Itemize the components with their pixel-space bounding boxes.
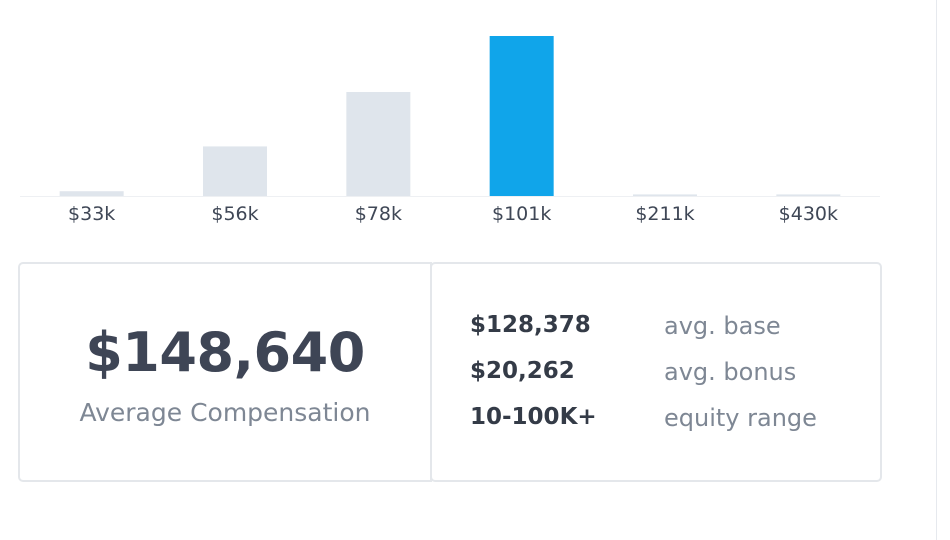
average-compensation-label: Average Compensation — [79, 398, 371, 427]
average-compensation-card: $148,640 Average Compensation — [18, 262, 432, 482]
panel-right-border — [936, 0, 937, 540]
bar-1[interactable] — [203, 146, 267, 196]
bar-0[interactable] — [59, 191, 124, 196]
x-tick-label-1: $56k — [211, 203, 258, 225]
bar-3[interactable] — [489, 36, 554, 196]
x-tick-label-2: $78k — [355, 203, 402, 225]
average-compensation-value: $148,640 — [85, 321, 365, 384]
equity-value: 10-100K+ — [470, 404, 597, 430]
bar-2[interactable] — [346, 92, 411, 196]
base-salary-label: avg. base — [664, 312, 781, 340]
bar-4[interactable] — [633, 194, 697, 196]
compensation-breakdown-card: $128,378 avg. base $20,262 avg. bonus 10… — [430, 262, 882, 482]
equity-label: equity range — [664, 404, 817, 432]
x-tick-label-0: $33k — [68, 203, 115, 225]
x-tick-label-3: $101k — [492, 203, 551, 225]
salary-distribution-chart: $33k $56k $78k $101k $211k $430k — [20, 36, 880, 225]
bar-5[interactable] — [776, 194, 841, 196]
bonus-label: avg. bonus — [664, 358, 797, 386]
x-tick-label-5: $430k — [779, 203, 838, 225]
base-salary-value: $128,378 — [470, 312, 591, 338]
x-tick-label-4: $211k — [635, 203, 694, 225]
bonus-value: $20,262 — [470, 358, 575, 384]
